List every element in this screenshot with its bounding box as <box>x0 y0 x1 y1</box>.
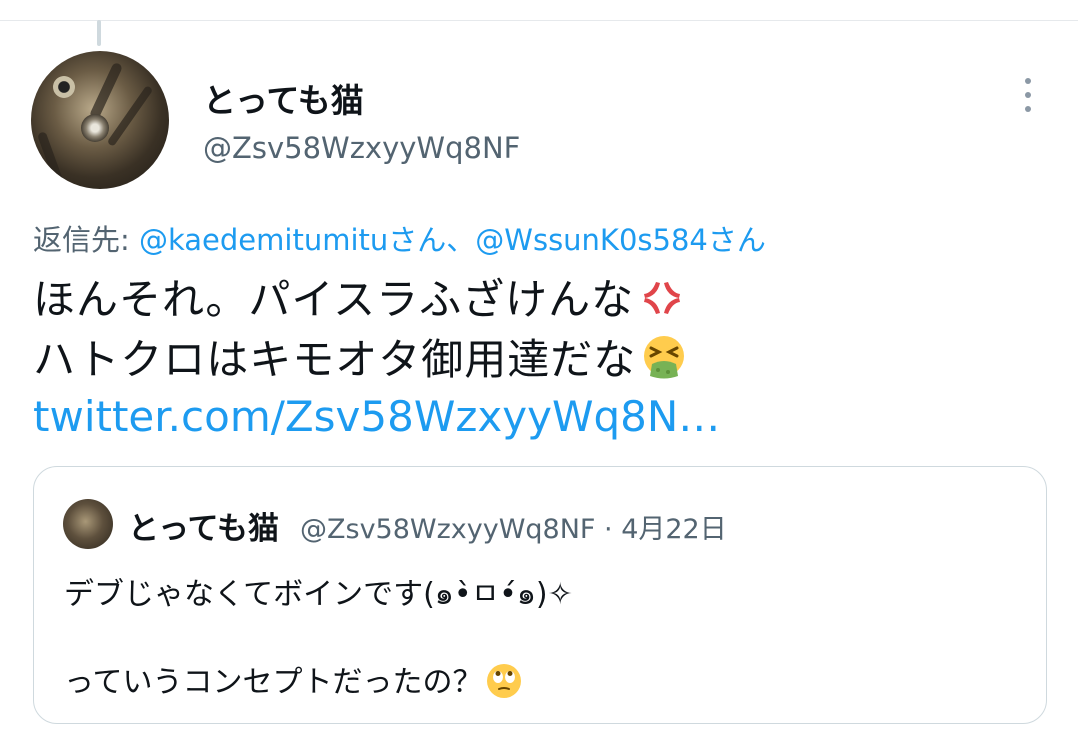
author-display-name[interactable]: とっても猫 <box>203 74 364 122</box>
quoted-tweet-card[interactable]: とっても猫 @Zsv58WzxyyWq8NF · 4月22日 デブじゃなくてボイ… <box>33 466 1047 724</box>
tweet-link[interactable]: twitter.com/Zsv58WzxyyWq8N… <box>33 392 720 441</box>
thread-connector-line <box>97 20 101 46</box>
quoted-text-2: っていうコンセプトだったの？ <box>64 665 483 700</box>
quoted-author-display-name: とっても猫 <box>128 511 279 547</box>
vomiting-face-icon <box>644 336 685 379</box>
cat-eye <box>53 76 75 98</box>
quoted-text-line-1: デブじゃなくてボインです(๑•̀ㅁ•́๑)✧ <box>64 577 573 612</box>
reply-mention-2[interactable]: @WssunK0s584さん <box>475 223 766 257</box>
rolling-eyes-face-icon <box>486 664 521 698</box>
more-options-icon[interactable] <box>1012 74 1042 116</box>
author-avatar[interactable] <box>31 51 169 189</box>
anger-symbol-icon <box>644 282 681 314</box>
top-divider <box>0 20 1078 21</box>
reply-mention-1[interactable]: @kaedemitumituさん <box>139 223 446 257</box>
reply-prefix: 返信先: <box>33 223 130 257</box>
tweet-text-1: ほんそれ。パイスラふざけんな <box>33 275 635 324</box>
quoted-author-avatar[interactable] <box>63 499 113 549</box>
replying-to: 返信先: @kaedemitumituさん、@WssunK0s584さん <box>33 217 766 259</box>
quoted-author-handle-date: @Zsv58WzxyyWq8NF · 4月22日 <box>300 514 727 545</box>
reply-separator: 、 <box>446 223 476 257</box>
author-handle[interactable]: @Zsv58WzxyyWq8NF <box>203 131 520 165</box>
quoted-text-line-2: っていうコンセプトだったの？ <box>64 657 523 701</box>
tweet-text-2: ハトクロはキモオタ御用達だな <box>33 335 637 384</box>
tweet-text-line-2: ハトクロはキモオタ御用達だな <box>33 326 688 387</box>
cat-eye-reflection <box>81 114 109 142</box>
tweet-text-line-1: ほんそれ。パイスラふざけんな <box>33 266 686 327</box>
